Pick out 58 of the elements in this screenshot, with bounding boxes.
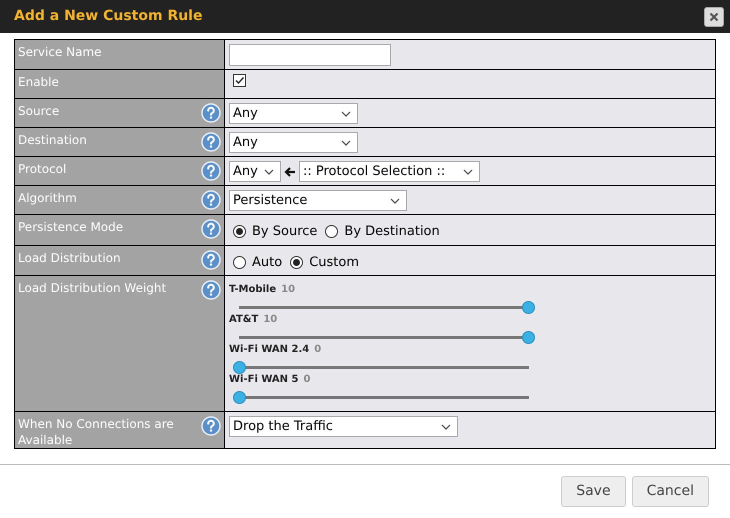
radio-button[interactable] xyxy=(325,225,338,238)
dropdown[interactable]: Any xyxy=(229,103,358,124)
slider-thumb[interactable] xyxy=(233,361,246,374)
caret-icon xyxy=(463,168,473,174)
close-icon xyxy=(709,12,719,22)
field-label: Source xyxy=(18,103,60,119)
left-arrow-icon xyxy=(284,166,296,178)
radio-label: By Source xyxy=(252,223,318,241)
field-label: Persistence Mode xyxy=(18,219,124,235)
dialog-title: Add a New Custom Rule xyxy=(14,7,202,26)
radio-label: Custom xyxy=(309,254,359,272)
slider-value: 0 xyxy=(314,343,322,357)
dropdown[interactable]: Drop the Traffic xyxy=(229,416,458,437)
field-label: Algorithm xyxy=(18,190,77,206)
slider-value: 10 xyxy=(281,283,296,297)
caret-icon xyxy=(390,198,400,204)
slider-label: Wi-Fi WAN 5 xyxy=(229,373,298,387)
help-icon[interactable] xyxy=(201,416,221,436)
help-icon[interactable] xyxy=(201,103,221,123)
radio-button[interactable] xyxy=(233,256,246,269)
slider-value: 0 xyxy=(303,373,310,387)
close-button[interactable] xyxy=(704,6,724,26)
help-icon[interactable] xyxy=(201,219,221,239)
slider-thumb[interactable] xyxy=(233,391,246,404)
checkbox[interactable] xyxy=(233,74,246,87)
slider-label: T-Mobile xyxy=(229,283,276,297)
slider-label: AT&T xyxy=(229,313,258,327)
field-label: Service Name xyxy=(18,44,102,60)
dropdown[interactable]: Any xyxy=(229,132,358,153)
caret-icon xyxy=(264,168,274,174)
field-label: Protocol xyxy=(18,161,66,177)
dialog-button[interactable]: Cancel xyxy=(632,476,709,507)
text-field[interactable] xyxy=(229,44,391,66)
field-label: Destination xyxy=(18,132,87,148)
help-icon[interactable] xyxy=(201,190,221,210)
radio-label: Auto xyxy=(252,254,282,272)
help-icon[interactable] xyxy=(201,161,221,181)
dropdown[interactable]: :: Protocol Selection :: xyxy=(299,161,480,182)
slider-label: Wi-Fi WAN 2.4 xyxy=(229,343,310,357)
radio-label: By Destination xyxy=(344,223,440,241)
field-label: Load Distribution xyxy=(18,250,121,266)
radio-button[interactable] xyxy=(290,256,304,269)
slider-thumb[interactable] xyxy=(522,331,535,344)
dropdown[interactable]: Any xyxy=(229,161,281,182)
field-label: Load Distribution Weight xyxy=(18,280,166,296)
help-icon[interactable] xyxy=(201,280,221,300)
caret-icon xyxy=(341,140,351,146)
field-label: When No Connections are Available xyxy=(18,416,175,448)
help-icon[interactable] xyxy=(201,250,221,270)
caret-icon xyxy=(441,424,451,430)
dialog-button[interactable]: Save xyxy=(561,476,626,507)
slider-thumb[interactable] xyxy=(522,301,535,314)
field-label: Enable xyxy=(18,74,59,90)
caret-icon xyxy=(341,110,351,116)
dropdown[interactable]: Persistence xyxy=(229,190,407,211)
slider-value: 10 xyxy=(263,313,278,327)
radio-button[interactable] xyxy=(233,225,246,238)
help-icon[interactable] xyxy=(201,132,221,152)
